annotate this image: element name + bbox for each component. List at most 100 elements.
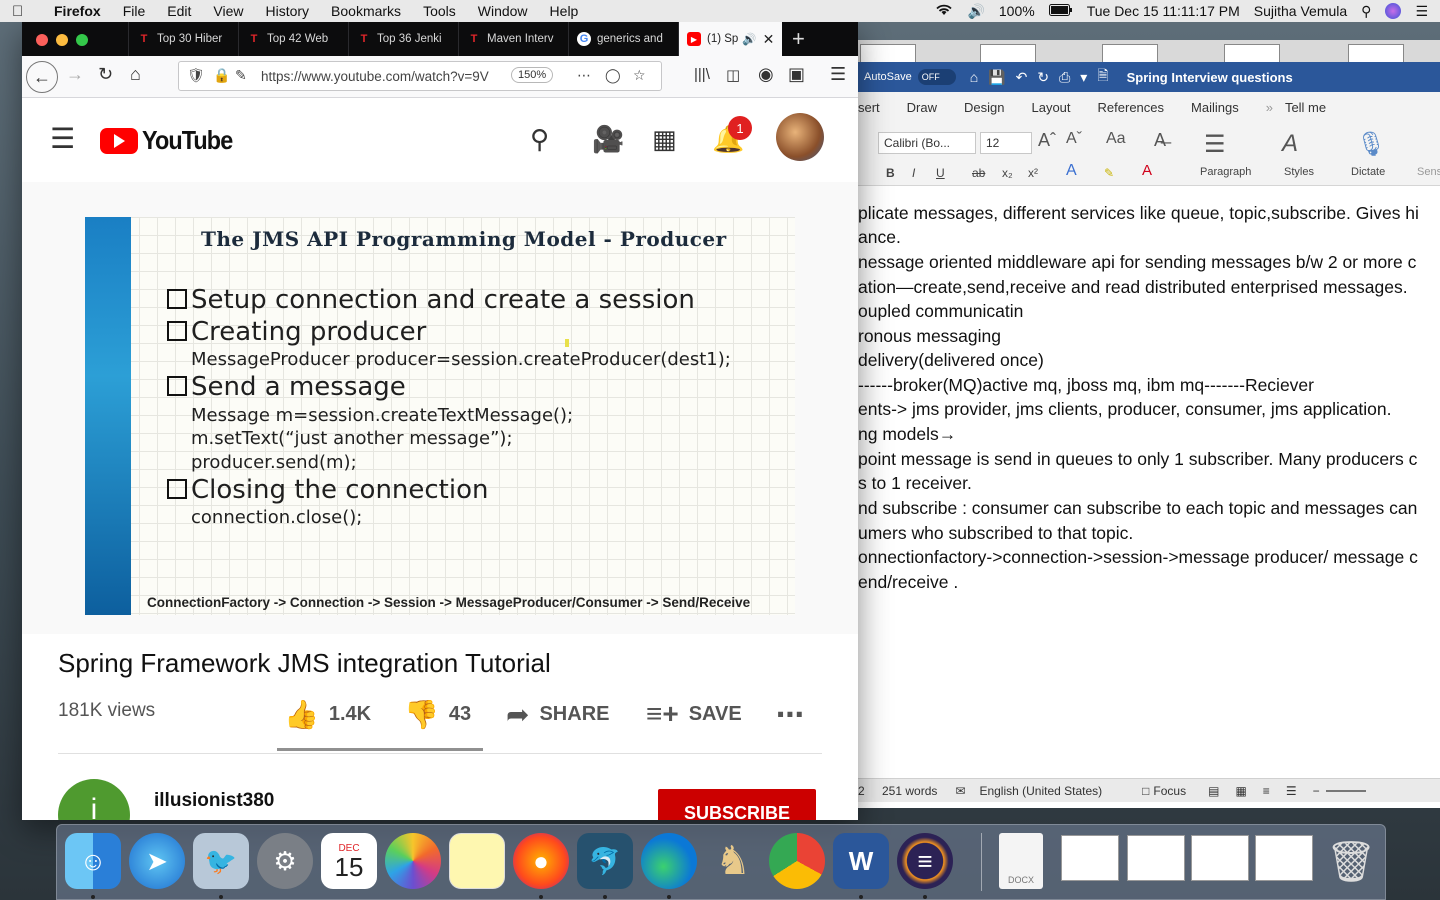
home-icon[interactable]: ⌂ xyxy=(130,64,141,85)
font-family-select[interactable]: Calibri (Bo... xyxy=(878,132,976,154)
url-text[interactable]: https://www.youtube.com/watch?v=9V xyxy=(261,69,507,84)
back-button[interactable]: ← xyxy=(26,61,58,93)
draft-icon[interactable]: ☰ xyxy=(1286,784,1297,798)
menu-file[interactable]: File xyxy=(123,3,146,19)
zoom-level-badge[interactable]: 150% xyxy=(511,67,554,83)
clock[interactable]: Tue Dec 15 11:11:17 PM xyxy=(1087,3,1240,19)
like-button[interactable]: 👍 1.4K xyxy=(284,698,371,731)
firefox-icon[interactable]: ● xyxy=(513,833,569,889)
bold-icon[interactable]: B xyxy=(886,166,895,180)
library-icon[interactable]: |||\ xyxy=(694,66,710,83)
document-title[interactable]: Spring Interview questions xyxy=(1127,70,1293,85)
customize-toolbar-icon[interactable]: ▾ xyxy=(1080,69,1087,86)
minimized-window-thumbnail[interactable] xyxy=(1191,835,1249,881)
font-color-icon[interactable]: A xyxy=(1142,162,1152,179)
minimize-window-button[interactable] xyxy=(56,34,68,46)
paragraph-icon[interactable]: ☰ xyxy=(1204,130,1226,159)
tab-mailings[interactable]: Mailings xyxy=(1191,100,1239,115)
window-thumbnail[interactable] xyxy=(1348,44,1404,62)
channel-avatar[interactable]: i xyxy=(58,779,130,820)
browser-tab[interactable]: T Top 42 Web xyxy=(238,22,348,56)
tracking-protection-icon[interactable]: 🛡 xyxy=(187,67,205,84)
user-name[interactable]: Sujitha Vemula xyxy=(1254,3,1347,19)
tab-layout[interactable]: Layout xyxy=(1031,100,1070,115)
language[interactable]: English (United States) xyxy=(979,784,1102,798)
edge-icon[interactable] xyxy=(641,833,697,889)
clear-formatting-icon[interactable]: A̶ xyxy=(1154,130,1166,151)
menu-tools[interactable]: Tools xyxy=(423,3,456,19)
speaker-icon[interactable]: 🔊 xyxy=(742,32,756,46)
microphone-icon[interactable]: 🎙 xyxy=(1356,130,1386,159)
print-layout-icon[interactable]: ▤ xyxy=(1208,784,1219,798)
sensitivity-label[interactable]: Sens xyxy=(1417,166,1440,178)
dislike-button[interactable]: 👎 43 xyxy=(404,698,471,731)
docx-file-icon[interactable]: DOCX xyxy=(999,833,1043,889)
window-thumbnail[interactable] xyxy=(1224,44,1280,62)
dictate-label[interactable]: Dictate xyxy=(1351,166,1385,178)
highlight-icon[interactable]: ✎ xyxy=(1104,166,1114,180)
wifi-icon[interactable] xyxy=(935,3,953,19)
page-number[interactable]: 2 xyxy=(858,784,882,798)
more-actions-button[interactable]: ⋯ xyxy=(776,698,814,731)
menu-help[interactable]: Help xyxy=(550,3,579,19)
channel-name[interactable]: illusionist380 xyxy=(154,790,274,812)
notes-icon[interactable] xyxy=(449,833,505,889)
browser-tab-active[interactable]: ▶ (1) Sp 🔊 ✕ xyxy=(678,22,782,56)
tab-design[interactable]: Design xyxy=(964,100,1004,115)
browser-tab[interactable]: T Top 36 Jenki xyxy=(348,22,458,56)
word-count[interactable]: 251 words xyxy=(882,784,937,798)
text-effects-icon[interactable]: A xyxy=(1066,162,1077,180)
youtube-logo[interactable]: YouTube xyxy=(100,125,242,156)
proofing-icon[interactable]: ✉ xyxy=(955,784,965,798)
menu-history[interactable]: History xyxy=(265,3,309,19)
italic-icon[interactable]: I xyxy=(912,166,915,180)
forward-button[interactable]: → xyxy=(66,64,84,85)
paragraph-label[interactable]: Paragraph xyxy=(1200,166,1251,178)
subscribe-button[interactable]: SUBSCRIBE xyxy=(658,789,816,820)
notification-center-icon[interactable]: ☰ xyxy=(1415,3,1428,20)
window-thumbnail[interactable] xyxy=(860,44,916,62)
tab-overflow[interactable]: » xyxy=(1266,100,1273,115)
font-size-select[interactable]: 12 xyxy=(980,132,1032,154)
mail-hawk-icon[interactable]: 🐦 xyxy=(193,833,249,889)
browser-tab[interactable]: G generics and xyxy=(568,22,678,56)
siri-icon[interactable] xyxy=(1385,3,1402,19)
finder-icon[interactable]: ☺ xyxy=(65,833,121,889)
change-case-icon[interactable]: Aa xyxy=(1106,130,1126,148)
tab-draw[interactable]: Draw xyxy=(907,100,937,115)
redo-icon[interactable]: ↻ xyxy=(1037,69,1049,86)
spotlight-search-icon[interactable]: ⚲ xyxy=(1361,3,1371,20)
video-frame-slide[interactable]: The JMS API Programming Model - Producer… xyxy=(85,217,795,615)
menu-view[interactable]: View xyxy=(213,3,243,19)
reload-icon[interactable]: ↻ xyxy=(98,64,113,85)
tab-references[interactable]: References xyxy=(1098,100,1164,115)
menu-app-name[interactable]: Firefox xyxy=(54,3,101,19)
minimized-window-thumbnail[interactable] xyxy=(1255,835,1313,881)
save-icon[interactable]: 💾 xyxy=(988,69,1005,86)
web-layout-icon[interactable]: ▦ xyxy=(1235,784,1246,798)
autosave-toggle[interactable]: OFF xyxy=(917,69,956,85)
photos-icon[interactable] xyxy=(385,833,441,889)
close-tab-icon[interactable]: ✕ xyxy=(763,31,775,48)
focus-icon[interactable]: □ xyxy=(1142,784,1149,798)
minimized-window-thumbnail[interactable] xyxy=(1061,835,1119,881)
autoplay-blocked-icon[interactable]: ✎ xyxy=(235,67,247,84)
increase-font-icon[interactable]: Aˆ xyxy=(1038,130,1056,151)
styles-icon[interactable]: A xyxy=(1282,130,1298,158)
undo-icon[interactable]: ↶ xyxy=(1016,69,1028,86)
window-thumbnail[interactable] xyxy=(980,44,1036,62)
calendar-icon[interactable]: DEC 15 xyxy=(321,833,377,889)
strikethrough-icon[interactable]: ab xyxy=(972,166,985,180)
superscript-icon[interactable]: x² xyxy=(1028,166,1038,180)
word-icon[interactable]: W xyxy=(833,833,889,889)
apps-grid-icon[interactable]: ▦ xyxy=(652,124,677,155)
hamburger-menu-icon[interactable]: ☰ xyxy=(50,122,75,155)
underline-icon[interactable]: U xyxy=(936,166,945,180)
menu-bookmarks[interactable]: Bookmarks xyxy=(331,3,401,19)
focus-button[interactable]: Focus xyxy=(1153,784,1186,798)
trash-icon[interactable]: 🗑 xyxy=(1323,833,1379,889)
user-avatar[interactable] xyxy=(776,113,824,161)
tab-tell-me[interactable]: Tell me xyxy=(1285,100,1326,115)
tab-insert[interactable]: sert xyxy=(858,100,880,115)
eclipse-icon[interactable]: ≡ xyxy=(897,833,953,889)
